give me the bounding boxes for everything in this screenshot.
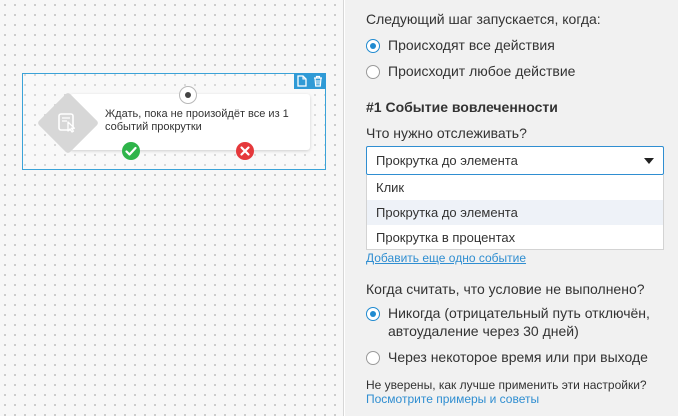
cross-icon xyxy=(240,146,250,156)
help-text: Не уверены, как лучше применить эти наст… xyxy=(366,378,647,392)
radio-never-label-line1[interactable]: Никогда (отрицательный путь отключён, xyxy=(388,305,650,321)
wait-block-text: Ждать, пока не произойдёт все из 1 событ… xyxy=(105,108,289,133)
radio-all-actions[interactable] xyxy=(366,39,380,53)
radio-any-action[interactable] xyxy=(366,65,380,79)
track-label: Что нужно отслеживать? xyxy=(366,125,527,141)
help-link[interactable]: Посмотрите примеры и советы xyxy=(366,392,539,406)
radio-timeout-label[interactable]: Через некоторое время или при выходе xyxy=(388,349,648,365)
port-dot xyxy=(185,92,191,98)
failure-port[interactable] xyxy=(236,142,254,160)
workflow-canvas[interactable] xyxy=(0,0,344,416)
success-port[interactable] xyxy=(122,142,140,160)
event-type-dropdown: Клик Прокрутка до элемента Прокрутка в п… xyxy=(366,175,664,250)
block-toolbar xyxy=(294,73,326,89)
radio-never-label-line2[interactable]: автоудаление через 30 дней) xyxy=(388,323,579,339)
scroll-click-icon xyxy=(52,108,82,138)
add-event-link[interactable]: Добавить еще одно событие xyxy=(366,251,526,265)
option-click[interactable]: Клик xyxy=(367,175,663,200)
option-scroll-to-element[interactable]: Прокрутка до элемента xyxy=(367,200,663,225)
radio-any-action-label[interactable]: Происходит любое действие xyxy=(388,63,575,79)
fail-condition-label: Когда считать, что условие не выполнено? xyxy=(366,281,645,297)
radio-all-actions-label[interactable]: Происходят все действия xyxy=(388,37,555,53)
chevron-down-icon xyxy=(644,158,654,164)
select-value: Прокрутка до элемента xyxy=(376,153,518,168)
event-section-title: #1 Событие вовлеченности xyxy=(366,99,558,115)
file-icon[interactable] xyxy=(297,75,307,87)
trash-icon[interactable] xyxy=(313,75,323,87)
radio-timeout[interactable] xyxy=(366,351,380,365)
option-scroll-percent[interactable]: Прокрутка в процентах xyxy=(367,225,663,250)
radio-never[interactable] xyxy=(366,307,380,321)
next-step-label: Следующий шаг запускается, когда: xyxy=(366,11,601,27)
check-icon xyxy=(125,146,137,156)
event-type-select[interactable]: Прокрутка до элемента xyxy=(366,146,664,175)
input-port[interactable] xyxy=(179,86,197,104)
